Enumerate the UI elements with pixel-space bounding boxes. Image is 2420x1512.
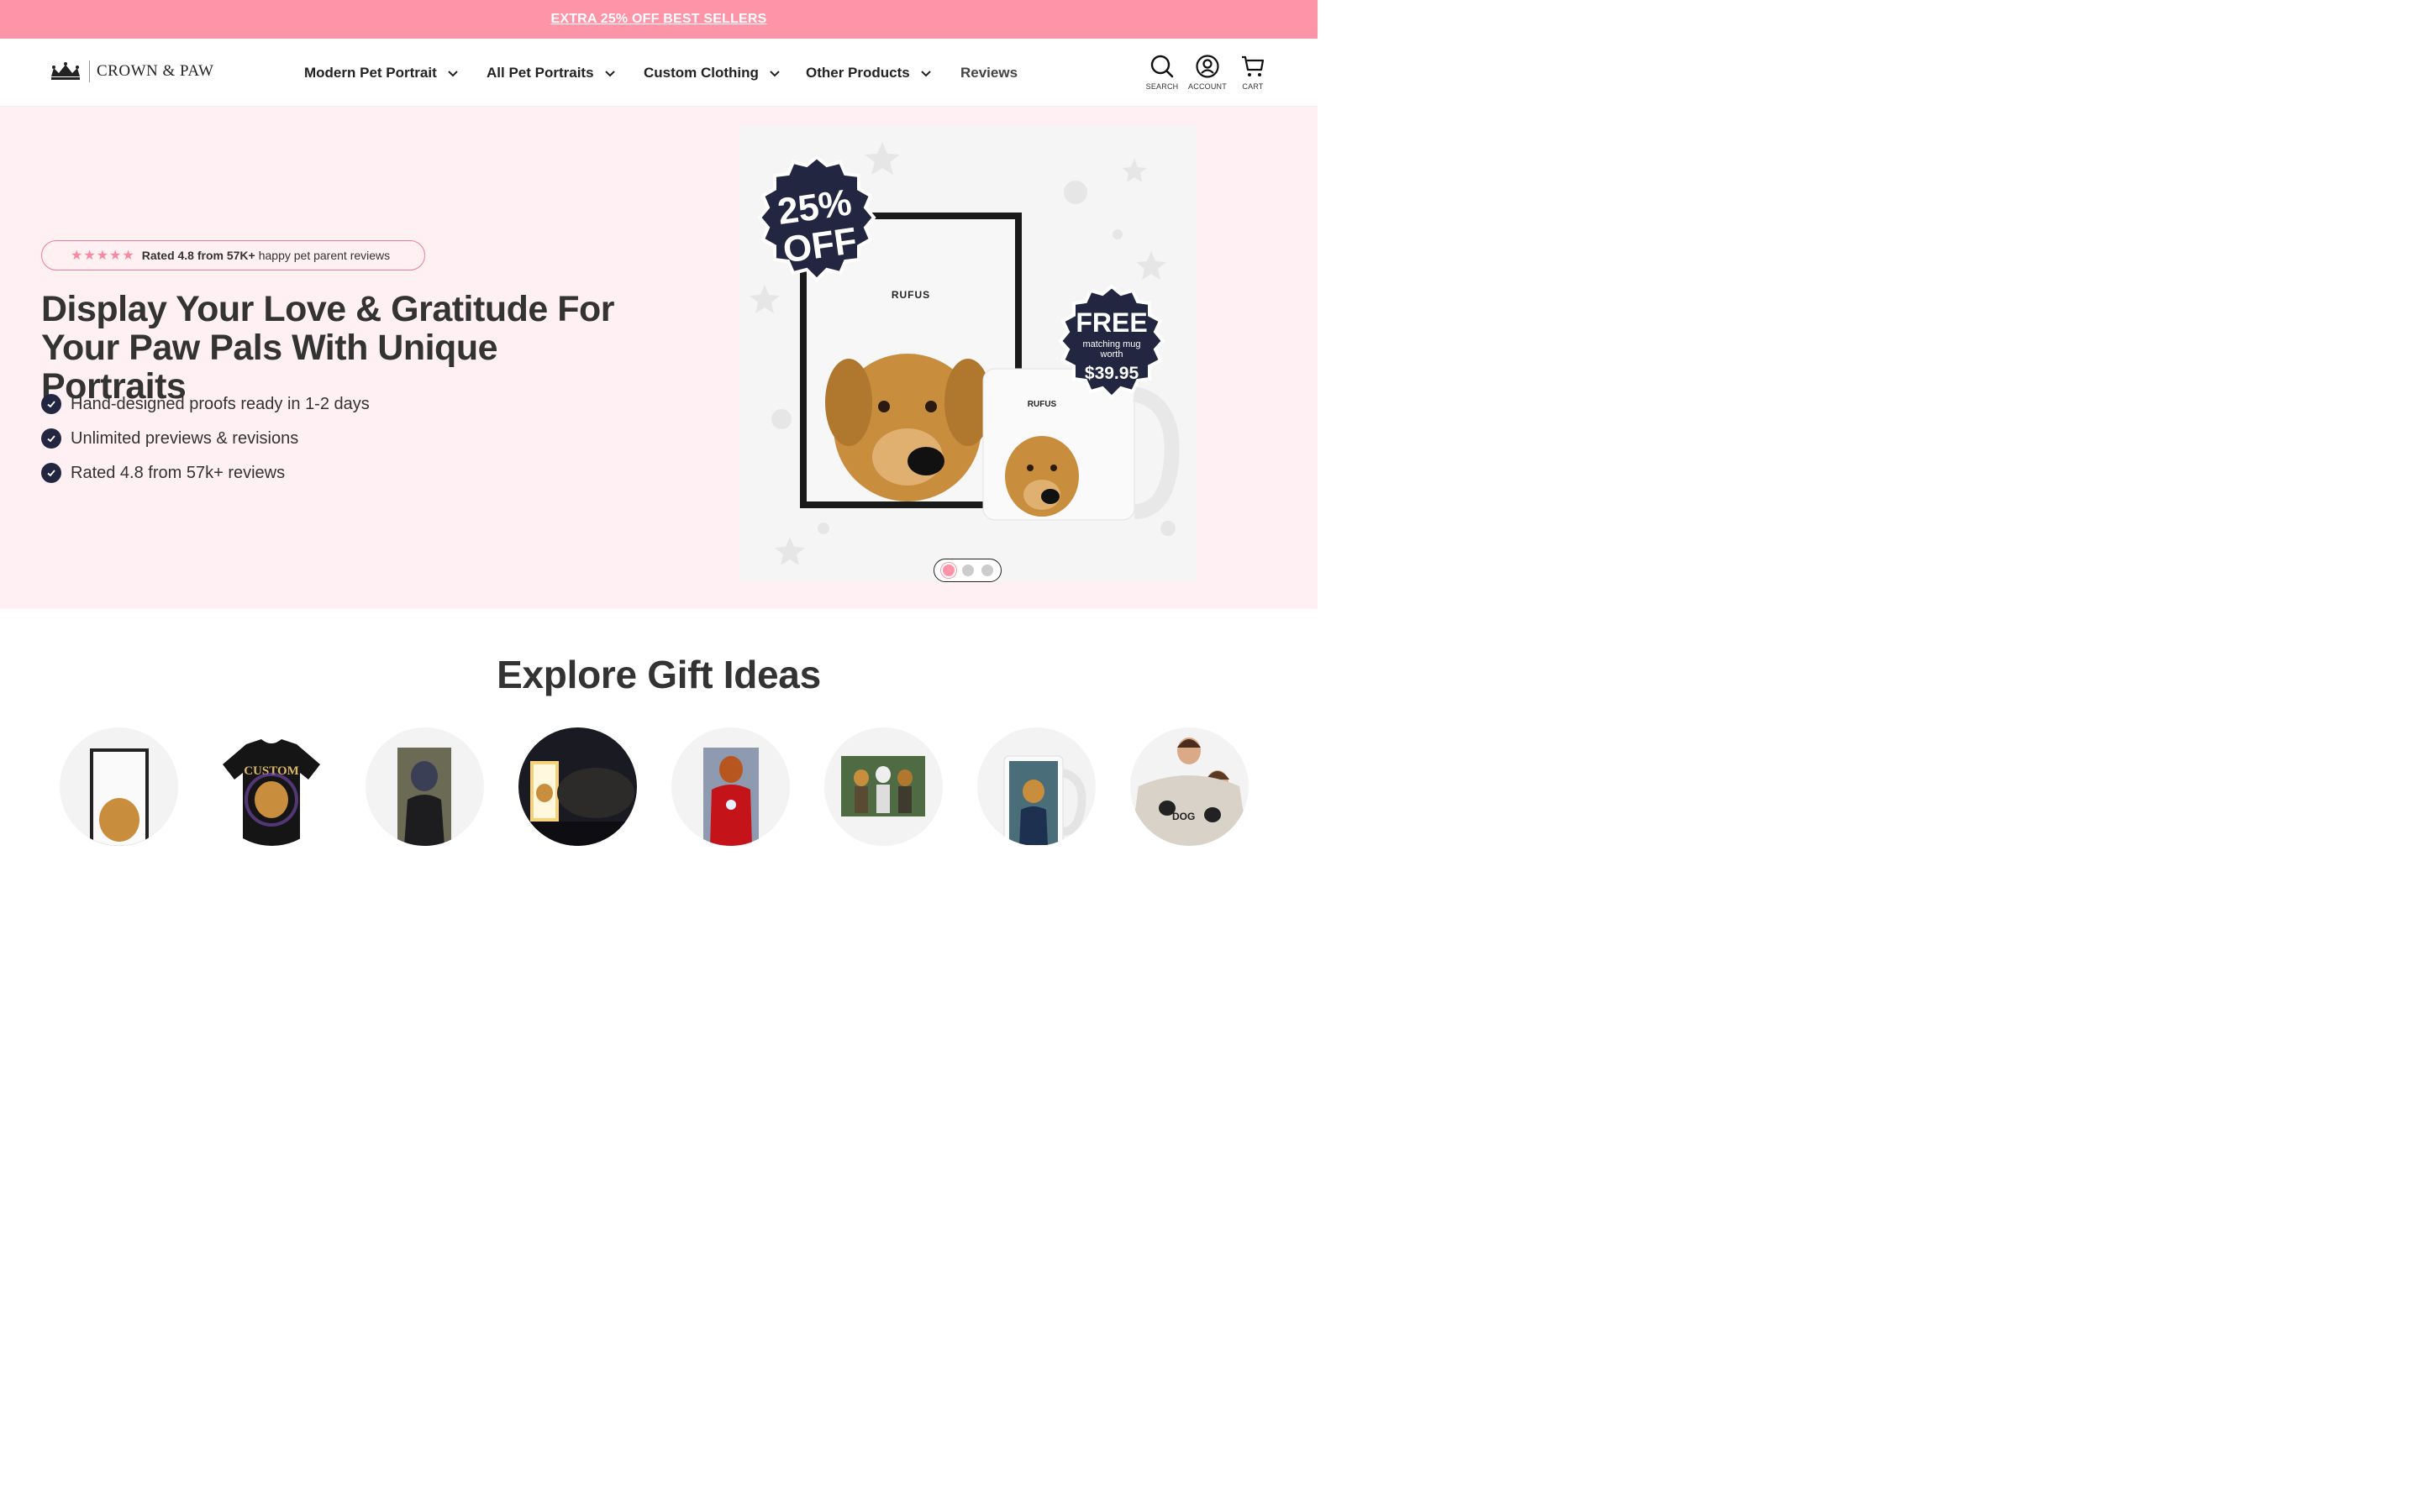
gift-night-light[interactable] bbox=[518, 727, 637, 846]
carousel-dots bbox=[934, 559, 1002, 582]
site-header: CROWN & PAW Modern Pet Portrait All Pet … bbox=[0, 39, 1318, 107]
nav-custom-clothing[interactable]: Custom Clothing bbox=[644, 65, 806, 81]
check-icon bbox=[41, 394, 61, 414]
hero-product-image[interactable]: RUFUS RUFUS 25% OFF FREE matching mug wo… bbox=[739, 125, 1197, 582]
main-nav: Modern Pet Portrait All Pet Portraits Cu… bbox=[304, 39, 1018, 107]
nav-label: All Pet Portraits bbox=[487, 64, 594, 81]
rating-rest-text: happy pet parent reviews bbox=[258, 249, 391, 262]
hero-headline: Display Your Love & Gratitude For Your P… bbox=[41, 290, 646, 406]
brand-logo[interactable]: CROWN & PAW bbox=[49, 60, 213, 82]
crown-icon bbox=[51, 62, 80, 80]
mug-pet-name: RUFUS bbox=[1028, 400, 1057, 409]
sweatshirt-print-text: DOG bbox=[1172, 811, 1195, 822]
nav-modern-pet-portrait[interactable]: Modern Pet Portrait bbox=[304, 65, 487, 81]
list-item: Rated 4.8 from 57k+ reviews bbox=[41, 463, 370, 483]
nav-label: Reviews bbox=[960, 64, 1018, 81]
search-button[interactable]: SEARCH bbox=[1146, 54, 1178, 91]
account-button[interactable]: ACCOUNT bbox=[1188, 54, 1227, 91]
free-badge-sub2: worth bbox=[1100, 349, 1123, 360]
nav-label: Custom Clothing bbox=[644, 64, 759, 81]
gift-mug[interactable] bbox=[977, 727, 1096, 846]
feature-text: Unlimited previews & revisions bbox=[71, 428, 299, 448]
chevron-down-icon bbox=[921, 70, 931, 76]
gift-ideas-row: CUSTOM DOG bbox=[60, 727, 1249, 846]
frame-pet-name: RUFUS bbox=[892, 289, 930, 301]
gift-framed-portrait[interactable] bbox=[60, 727, 178, 846]
hero-section: ★★★★★ Rated 4.8 from 57K+ happy pet pare… bbox=[0, 107, 1318, 609]
carousel-dot-2[interactable] bbox=[961, 564, 974, 576]
cart-icon bbox=[1242, 55, 1265, 76]
explore-title: Explore Gift Ideas bbox=[497, 653, 821, 696]
announcement-bar: EXTRA 25% OFF BEST SELLERS bbox=[0, 0, 1318, 39]
account-label: ACCOUNT bbox=[1188, 82, 1227, 91]
carousel-dot-3[interactable] bbox=[981, 564, 993, 576]
check-icon bbox=[41, 463, 61, 483]
header-actions: SEARCH ACCOUNT CART bbox=[1146, 54, 1269, 91]
chevron-down-icon bbox=[448, 70, 458, 76]
carousel-dot-1[interactable] bbox=[942, 564, 955, 576]
nav-label: Modern Pet Portrait bbox=[304, 64, 437, 81]
chevron-down-icon bbox=[770, 70, 780, 76]
feature-text: Rated 4.8 from 57k+ reviews bbox=[71, 463, 286, 482]
free-badge-sub1: matching mug bbox=[1082, 339, 1140, 349]
rating-badge: ★★★★★ Rated 4.8 from 57K+ happy pet pare… bbox=[41, 240, 425, 270]
nav-label: Other Products bbox=[806, 64, 910, 81]
chevron-down-icon bbox=[604, 70, 615, 76]
free-badge-price: $39.95 bbox=[1085, 364, 1139, 383]
rating-stars: ★★★★★ bbox=[71, 249, 135, 263]
nav-other-products[interactable]: Other Products bbox=[806, 65, 960, 81]
nav-reviews[interactable]: Reviews bbox=[960, 65, 1018, 81]
feature-list: Hand-designed proofs ready in 1-2 days U… bbox=[41, 394, 370, 497]
gift-group-portrait[interactable] bbox=[824, 727, 943, 846]
nav-all-pet-portraits[interactable]: All Pet Portraits bbox=[487, 65, 644, 81]
cart-button[interactable]: CART bbox=[1237, 54, 1269, 91]
brand-wordmark: CROWN & PAW bbox=[97, 62, 214, 80]
announcement-link[interactable]: EXTRA 25% OFF BEST SELLERS bbox=[550, 12, 766, 27]
rating-bold-text: Rated 4.8 from 57K+ bbox=[141, 249, 255, 262]
gift-custom-sweatshirt[interactable]: DOG bbox=[1130, 727, 1249, 846]
gift-superhero-portrait[interactable] bbox=[671, 727, 790, 846]
gift-canvas-portrait[interactable] bbox=[366, 727, 484, 846]
list-item: Hand-designed proofs ready in 1-2 days bbox=[41, 394, 370, 414]
account-icon bbox=[1196, 55, 1219, 78]
feature-text: Hand-designed proofs ready in 1-2 days bbox=[71, 394, 370, 413]
search-label: SEARCH bbox=[1145, 82, 1179, 91]
logo-divider bbox=[89, 60, 90, 82]
headline-line-1: Display Your Love & Gratitude For bbox=[41, 289, 614, 329]
search-icon bbox=[1150, 55, 1174, 78]
check-icon bbox=[41, 428, 61, 449]
cart-label: CART bbox=[1242, 82, 1264, 91]
list-item: Unlimited previews & revisions bbox=[41, 428, 370, 449]
gift-custom-tshirt[interactable]: CUSTOM bbox=[213, 727, 331, 846]
hero-illustration: RUFUS RUFUS 25% OFF FREE matching mug wo… bbox=[750, 142, 1180, 565]
free-badge-title: FREE bbox=[1076, 307, 1147, 338]
